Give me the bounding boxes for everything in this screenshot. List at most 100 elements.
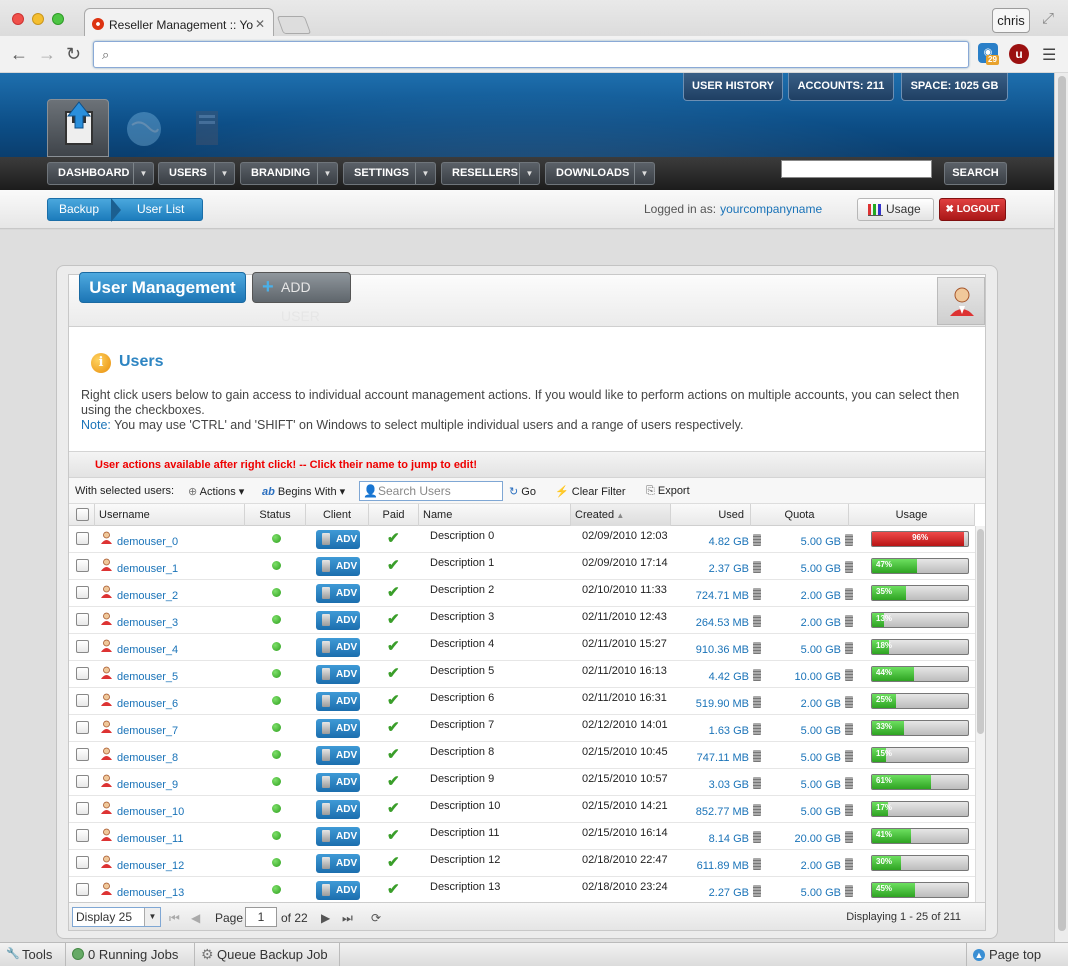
- table-row[interactable]: demouser_13 ADV ✔ Description 13 02/18/2010 …: [69, 877, 975, 904]
- clear-filter-button[interactable]: ⚡ Clear Filter: [555, 485, 626, 498]
- username-link[interactable]: demouser_0: [117, 536, 178, 548]
- col-created[interactable]: Created ▲: [571, 504, 671, 526]
- table-row[interactable]: demouser_6 ADV ✔ Description 6 02/11/2010 16…: [69, 688, 975, 715]
- window-scrollbar[interactable]: [1054, 73, 1068, 942]
- chevron-down-icon[interactable]: ▼: [214, 163, 234, 184]
- row-checkbox[interactable]: [76, 856, 89, 869]
- client-adv-button[interactable]: ADV: [316, 665, 360, 684]
- table-row[interactable]: demouser_4 ADV ✔ Description 4 02/11/2010 15…: [69, 634, 975, 661]
- row-checkbox[interactable]: [76, 613, 89, 626]
- breadcrumb-backup[interactable]: Backup: [59, 199, 99, 220]
- user-management-tab[interactable]: User Management: [79, 272, 246, 303]
- nav-downloads[interactable]: DOWNLOADS ▼: [545, 162, 655, 185]
- row-checkbox[interactable]: [76, 748, 89, 761]
- close-tab-icon[interactable]: ✕: [255, 17, 265, 31]
- table-row[interactable]: demouser_8 ADV ✔ Description 8 02/15/2010 10…: [69, 742, 975, 769]
- logged-in-username[interactable]: yourcompanyname: [720, 202, 822, 216]
- client-adv-button[interactable]: ADV: [316, 800, 360, 819]
- logout-button[interactable]: ✖ LOGOUT: [939, 198, 1006, 221]
- client-adv-button[interactable]: ADV: [316, 827, 360, 846]
- grid-scrollbar[interactable]: [975, 526, 985, 902]
- client-adv-button[interactable]: ADV: [316, 854, 360, 873]
- globe-icon[interactable]: [118, 99, 180, 157]
- page-top-button[interactable]: ▲ Page top: [966, 943, 1054, 966]
- table-row[interactable]: demouser_5 ADV ✔ Description 5 02/11/2010 16…: [69, 661, 975, 688]
- go-button[interactable]: ↻ Go: [509, 485, 536, 498]
- nav-resellers[interactable]: RESELLERS ▼: [441, 162, 540, 185]
- user-history-button[interactable]: USER HISTORY: [683, 73, 783, 101]
- profile-button[interactable]: chris: [992, 8, 1030, 33]
- backup-home-icon[interactable]: [47, 99, 109, 157]
- hamburger-menu-icon[interactable]: ☰: [1042, 45, 1056, 65]
- client-adv-button[interactable]: ADV: [316, 557, 360, 576]
- col-name[interactable]: Name: [419, 504, 571, 526]
- row-checkbox[interactable]: [76, 721, 89, 734]
- select-all-checkbox[interactable]: [76, 508, 89, 521]
- col-paid[interactable]: Paid: [369, 504, 419, 526]
- row-checkbox[interactable]: [76, 883, 89, 896]
- client-adv-button[interactable]: ADV: [316, 719, 360, 738]
- table-row[interactable]: demouser_0 ADV ✔ Description 0 02/09/2010 12…: [69, 526, 975, 553]
- browser-tab[interactable]: Reseller Management :: Yo ✕: [84, 8, 274, 36]
- begins-with-dropdown[interactable]: ab Begins With ▾: [262, 485, 345, 498]
- username-link[interactable]: demouser_9: [117, 779, 178, 791]
- username-link[interactable]: demouser_2: [117, 590, 178, 602]
- usage-button[interactable]: Usage: [857, 198, 934, 221]
- minimize-window-button[interactable]: [32, 13, 44, 25]
- row-checkbox[interactable]: [76, 802, 89, 815]
- client-adv-button[interactable]: ADV: [316, 638, 360, 657]
- grid-scroll-thumb[interactable]: [977, 529, 984, 734]
- client-adv-button[interactable]: ADV: [316, 692, 360, 711]
- table-row[interactable]: demouser_3 ADV ✔ Description 3 02/11/2010 12…: [69, 607, 975, 634]
- nav-search-button[interactable]: SEARCH: [944, 162, 1007, 185]
- table-row[interactable]: demouser_7 ADV ✔ Description 7 02/12/2010 14…: [69, 715, 975, 742]
- username-link[interactable]: demouser_3: [117, 617, 178, 629]
- client-adv-button[interactable]: ADV: [316, 611, 360, 630]
- search-users-input[interactable]: 👤 Search Users: [359, 481, 503, 501]
- extension-icon[interactable]: ◉ 29: [978, 43, 999, 65]
- col-quota[interactable]: Quota: [751, 504, 849, 526]
- col-status[interactable]: Status: [245, 504, 306, 526]
- username-link[interactable]: demouser_4: [117, 644, 178, 656]
- ublock-icon[interactable]: u: [1009, 44, 1029, 64]
- username-link[interactable]: demouser_6: [117, 698, 178, 710]
- chevron-down-icon[interactable]: ▼: [519, 163, 539, 184]
- nav-search-input[interactable]: [781, 160, 932, 178]
- table-row[interactable]: demouser_11 ADV ✔ Description 11 02/15/2010 …: [69, 823, 975, 850]
- add-user-button[interactable]: + ADD USER: [252, 272, 351, 324]
- col-client[interactable]: Client: [306, 504, 369, 526]
- page-number-input[interactable]: 1: [245, 907, 277, 927]
- chevron-down-icon[interactable]: ▼: [634, 163, 654, 184]
- address-bar[interactable]: ⌕: [93, 41, 969, 68]
- running-jobs-button[interactable]: 0 Running Jobs: [66, 943, 195, 966]
- username-link[interactable]: demouser_5: [117, 671, 178, 683]
- row-checkbox[interactable]: [76, 586, 89, 599]
- back-arrow-icon[interactable]: ←: [10, 44, 28, 65]
- maximize-window-button[interactable]: [52, 13, 64, 25]
- tools-button[interactable]: 🔧 Tools: [0, 943, 66, 966]
- refresh-grid-icon[interactable]: ⟳: [371, 911, 381, 925]
- client-adv-button[interactable]: ADV: [316, 746, 360, 765]
- new-tab-button[interactable]: [276, 16, 312, 34]
- client-adv-button[interactable]: ADV: [316, 584, 360, 603]
- prev-page-icon[interactable]: ◀: [191, 911, 200, 925]
- row-checkbox[interactable]: [76, 640, 89, 653]
- username-link[interactable]: demouser_1: [117, 563, 178, 575]
- next-page-icon[interactable]: ▶: [321, 911, 330, 925]
- client-adv-button[interactable]: ADV: [316, 881, 360, 900]
- username-link[interactable]: demouser_11: [117, 833, 183, 845]
- server-icon[interactable]: [180, 99, 242, 157]
- row-checkbox[interactable]: [76, 667, 89, 680]
- forward-arrow-icon[interactable]: →: [38, 44, 56, 65]
- actions-dropdown[interactable]: ⊕ Actions ▾: [188, 485, 244, 498]
- close-window-button[interactable]: [12, 13, 24, 25]
- nav-branding[interactable]: BRANDING ▼: [240, 162, 338, 185]
- client-adv-button[interactable]: ADV: [316, 530, 360, 549]
- username-link[interactable]: demouser_12: [117, 860, 184, 872]
- table-row[interactable]: demouser_2 ADV ✔ Description 2 02/10/2010 11…: [69, 580, 975, 607]
- client-adv-button[interactable]: ADV: [316, 773, 360, 792]
- row-checkbox[interactable]: [76, 694, 89, 707]
- row-checkbox[interactable]: [76, 559, 89, 572]
- col-used[interactable]: Used: [671, 504, 751, 526]
- queue-backup-button[interactable]: ⚙ Queue Backup Job: [195, 943, 340, 966]
